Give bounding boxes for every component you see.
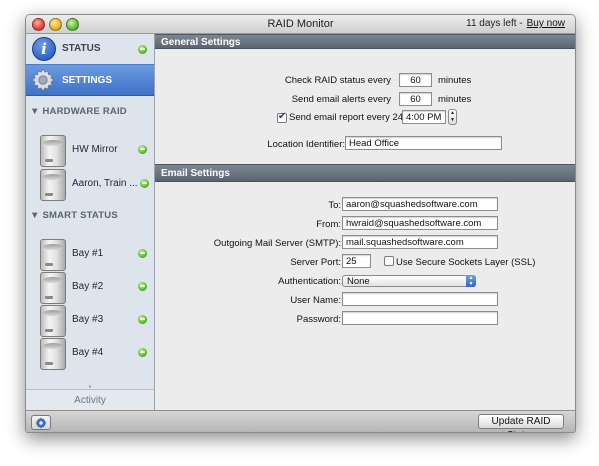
hard-drive-icon (40, 135, 66, 167)
gear-icon (31, 68, 55, 92)
alert-interval-field[interactable]: 60 (399, 92, 432, 106)
sidebar-item-hw-mirror[interactable]: HW Mirror (26, 134, 154, 168)
ssl-label: Use Secure Sockets Layer (SSL) (396, 257, 536, 268)
authentication-select[interactable]: None ▲ ▼ (342, 275, 476, 287)
check-interval-unit: minutes (438, 75, 472, 86)
hard-drive-icon (40, 305, 66, 337)
settings-panel: General Settings Check RAID status every… (155, 34, 575, 410)
report-time-stepper[interactable]: ▲ ▼ (448, 109, 457, 125)
from-label: From: (316, 219, 341, 230)
sidebar-item-label: Bay #4 (72, 347, 104, 358)
alert-interval-unit: minutes (438, 94, 472, 105)
hard-drive-icon (40, 338, 66, 370)
server-port-label: Server Port: (290, 257, 341, 268)
title-bar: RAID Monitor 11 days left - Buy now (26, 15, 575, 34)
smtp-server-label: Outgoing Mail Server (SMTP): (213, 238, 341, 249)
sidebar-item-bay-1[interactable]: Bay #1 (26, 238, 154, 272)
password-label: Password: (296, 314, 341, 325)
status-ok-icon (138, 249, 147, 258)
action-menu-button[interactable] (31, 415, 51, 430)
sidebar-item-bay-3[interactable]: Bay #3 (26, 304, 154, 338)
username-label: User Name: (290, 295, 341, 306)
sidebar: i STATUS SETTINGS ▼ HARDWARE RAID HW Mir… (26, 34, 155, 411)
status-ok-icon (138, 145, 147, 154)
sidebar-item-aaron-train[interactable]: Aaron, Train ... (26, 168, 154, 202)
hardware-raid-header[interactable]: ▼ HARDWARE RAID (30, 106, 127, 117)
server-port-field[interactable]: 25 (342, 254, 371, 268)
sidebar-item-label: HW Mirror (72, 144, 118, 155)
check-interval-field[interactable]: 60 (399, 73, 432, 87)
status-ok-icon (138, 315, 147, 324)
status-ok-icon (140, 179, 149, 188)
username-field[interactable] (342, 292, 498, 306)
authentication-select-value: None (347, 276, 370, 287)
raid-monitor-window: RAID Monitor 11 days left - Buy now i STA… (25, 14, 576, 433)
sidebar-item-bay-2[interactable]: Bay #2 (26, 271, 154, 305)
to-label: To: (328, 200, 341, 211)
gear-icon (35, 417, 47, 429)
general-settings-header: General Settings (155, 34, 575, 49)
sidebar-item-bay-4[interactable]: Bay #4 (26, 337, 154, 371)
password-field[interactable] (342, 311, 498, 325)
trial-days-left: 11 days left - (466, 18, 523, 29)
bottom-toolbar: Update RAID Status (26, 410, 575, 432)
daily-report-checkbox[interactable] (277, 111, 287, 123)
activity-panel-label[interactable]: Activity (26, 389, 154, 411)
sidebar-item-label: STATUS (62, 43, 101, 54)
alert-interval-label: Send email alerts every (291, 94, 391, 105)
trial-notice: 11 days left - Buy now (466, 18, 565, 29)
update-raid-status-button[interactable]: Update RAID Status (478, 414, 564, 432)
sidebar-item-label: SETTINGS (62, 75, 113, 86)
sidebar-item-label: Bay #3 (72, 314, 104, 325)
sidebar-item-status[interactable]: i STATUS (26, 34, 154, 64)
from-email-field[interactable]: hwraid@squashedsoftware.com (342, 216, 498, 230)
location-identifier-field[interactable]: Head Office (345, 136, 502, 150)
ssl-checkbox[interactable] (384, 256, 394, 266)
smart-status-header-label: SMART STATUS (42, 210, 118, 221)
sidebar-item-settings[interactable]: SETTINGS (26, 64, 154, 96)
smart-status-header[interactable]: ▼ SMART STATUS (30, 210, 118, 221)
hard-drive-icon (40, 239, 66, 271)
status-ok-icon (138, 282, 147, 291)
location-identifier-label: Location Identifier: (267, 139, 345, 150)
smtp-server-field[interactable]: mail.squashedsoftware.com (342, 235, 498, 249)
hardware-raid-header-label: HARDWARE RAID (42, 106, 127, 117)
select-arrows-icon: ▲ ▼ (466, 275, 476, 287)
buy-now-link[interactable]: Buy now (527, 18, 565, 29)
sidebar-item-label: Bay #2 (72, 281, 104, 292)
check-interval-label: Check RAID status every (284, 75, 391, 86)
authentication-label: Authentication: (278, 276, 341, 287)
report-time-field[interactable]: 4:00 PM (402, 110, 446, 124)
sidebar-item-label: Bay #1 (72, 248, 104, 259)
hard-drive-icon (40, 272, 66, 304)
to-email-field[interactable]: aaron@squashedsoftware.com (342, 197, 498, 211)
email-settings-header: Email Settings (155, 164, 575, 182)
info-icon: i (32, 37, 56, 61)
sidebar-item-label: Aaron, Train ... (72, 178, 138, 189)
hard-drive-icon (40, 169, 66, 201)
status-ok-icon (138, 45, 147, 54)
status-ok-icon (138, 348, 147, 357)
